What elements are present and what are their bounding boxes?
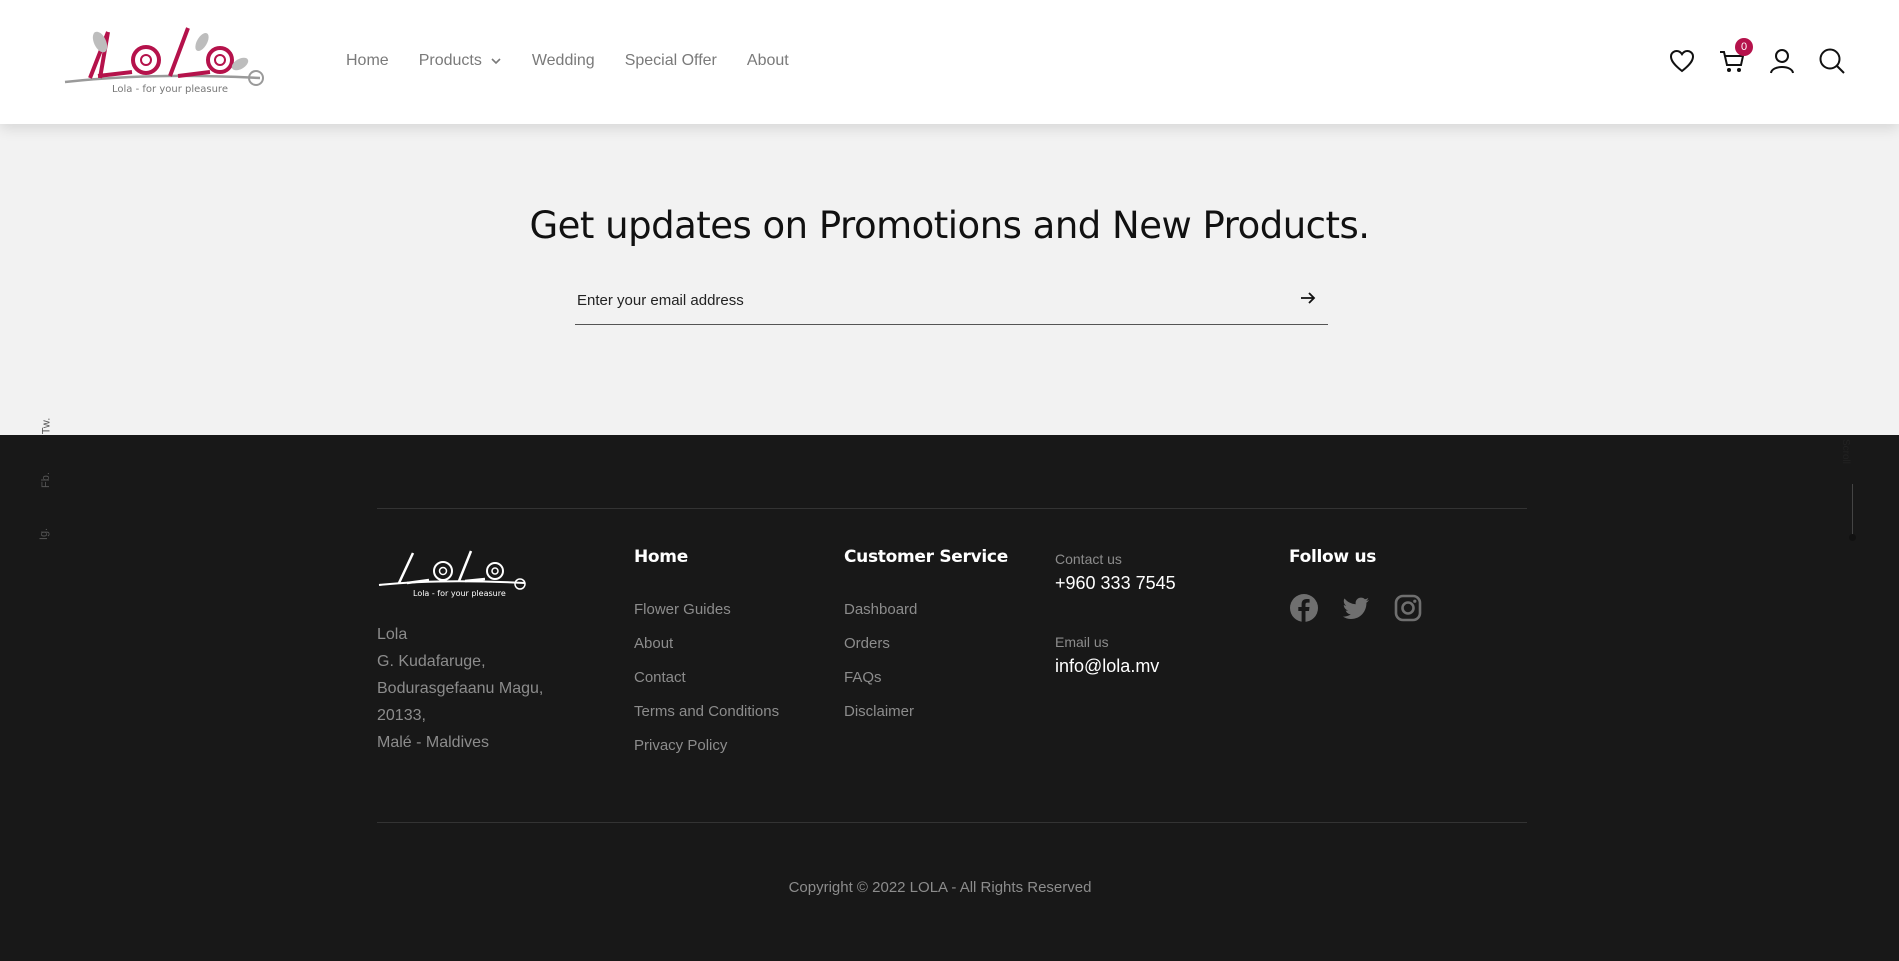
footer-link-flower-guides[interactable]: Flower Guides	[634, 593, 779, 627]
address-line: Malé - Maldives	[377, 734, 490, 751]
nav-home-label: Home	[346, 52, 389, 69]
footer-link-disclaimer[interactable]: Disclaimer	[844, 695, 1008, 729]
main-nav: Home Products Wedding Special Offer Abou…	[346, 52, 819, 70]
twitter-icon[interactable]	[1341, 593, 1371, 623]
nav-about-label: About	[746, 52, 789, 69]
site-footer: Lola - for your pleasure Lola G. Kudafar…	[0, 435, 1899, 961]
footer-customer-service-column: Customer Service Dashboard Orders FAQs D…	[844, 547, 1008, 729]
side-share-facebook[interactable]: Fb.	[40, 472, 52, 488]
cart-count-badge: 0	[1735, 38, 1753, 56]
side-share-twitter[interactable]: Tw.	[40, 418, 52, 435]
address-line: Bodurasgefaanu Magu,	[377, 680, 544, 697]
nav-products-label: Products	[418, 52, 482, 69]
site-header: Lola - for your pleasure Home Products W…	[0, 0, 1899, 124]
scroll-label: Scroll	[1840, 438, 1852, 465]
side-social-share: Tw. Fb. Ig.	[38, 418, 62, 550]
account-button[interactable]	[1767, 46, 1797, 76]
nav-products[interactable]: Products	[419, 52, 502, 70]
contact-email[interactable]: info@lola.mv	[1055, 656, 1176, 677]
footer-link-privacy[interactable]: Privacy Policy	[634, 729, 779, 763]
social-links	[1289, 593, 1423, 623]
nav-about[interactable]: About	[747, 52, 789, 70]
side-share-instagram[interactable]: Ig.	[38, 528, 50, 540]
scroll-dot	[1849, 534, 1856, 541]
footer-link-about[interactable]: About	[634, 627, 779, 661]
footer-link-terms[interactable]: Terms and Conditions	[634, 695, 779, 729]
footer-address: Lola G. Kudafaruge, Bodurasgefaanu Magu,…	[377, 621, 543, 756]
heart-icon	[1669, 49, 1695, 73]
facebook-icon[interactable]	[1289, 593, 1319, 623]
logo-tagline: Lola - for your pleasure	[112, 84, 228, 95]
address-line: G. Kudafaruge,	[377, 653, 486, 670]
copyright-text: Copyright © 2022 LOLA - All Rights Reser…	[788, 879, 1092, 896]
footer-link-contact[interactable]: Contact	[634, 661, 779, 695]
search-icon	[1819, 48, 1845, 74]
newsletter-section: Get updates on Promotions and New Produc…	[0, 124, 1899, 435]
nav-wedding-label: Wedding	[531, 52, 595, 69]
newsletter-form	[575, 274, 1328, 325]
arrow-right-icon	[1301, 292, 1316, 304]
scroll-line	[1852, 484, 1853, 536]
newsletter-submit-button[interactable]	[1298, 288, 1318, 308]
wishlist-button[interactable]	[1667, 46, 1697, 76]
footer-link-dashboard[interactable]: Dashboard	[844, 593, 1008, 627]
chevron-down-icon	[491, 58, 501, 65]
scroll-indicator[interactable]: Scroll	[1840, 430, 1863, 550]
email-input[interactable]	[575, 286, 1259, 314]
nav-special-offer[interactable]: Special Offer	[625, 52, 717, 70]
contact-label: Contact us	[1055, 551, 1122, 567]
cart-button[interactable]: 0	[1717, 38, 1753, 76]
header-actions: 0	[1667, 38, 1847, 76]
footer-follow-column: Follow us	[1289, 547, 1423, 623]
newsletter-title: Get updates on Promotions and New Produc…	[529, 204, 1370, 247]
footer-link-faqs[interactable]: FAQs	[844, 661, 1008, 695]
footer-follow-title: Follow us	[1289, 547, 1377, 567]
site-logo[interactable]: Lola - for your pleasure	[60, 20, 270, 102]
email-label: Email us	[1055, 634, 1109, 650]
footer-cs-title: Customer Service	[844, 547, 1008, 567]
nav-wedding[interactable]: Wedding	[532, 52, 595, 70]
footer-divider-bottom	[377, 822, 1527, 823]
contact-phone[interactable]: +960 333 7545	[1055, 573, 1176, 594]
user-icon	[1770, 49, 1794, 74]
footer-home-title: Home	[634, 547, 688, 567]
footer-contact-column: Contact us +960 333 7545 Email us info@l…	[1055, 551, 1176, 677]
address-line: 20133,	[377, 707, 426, 724]
footer-home-column: Home Flower Guides About Contact Terms a…	[634, 547, 779, 763]
nav-home[interactable]: Home	[346, 52, 389, 70]
footer-logo-tagline: Lola - for your pleasure	[413, 589, 506, 598]
instagram-icon[interactable]	[1393, 593, 1423, 623]
footer-divider-top	[377, 508, 1527, 509]
search-button[interactable]	[1817, 46, 1847, 76]
address-line: Lola	[377, 626, 408, 643]
footer-link-orders[interactable]: Orders	[844, 627, 1008, 661]
nav-special-offer-label: Special Offer	[624, 52, 717, 69]
footer-logo[interactable]: Lola - for your pleasure	[377, 547, 529, 599]
